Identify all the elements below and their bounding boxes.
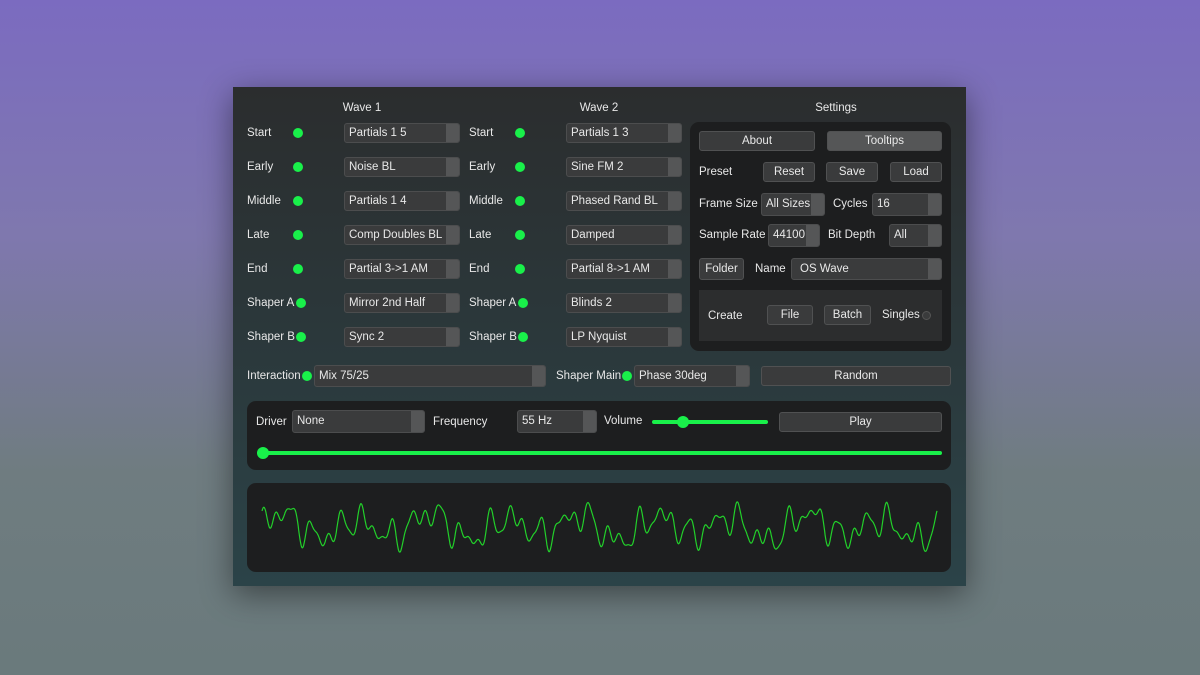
wave1-middle-enable-dot[interactable] [293,196,303,206]
batch-button[interactable]: Batch [824,305,871,325]
frequency-dropdown[interactable]: 55 Hz [517,410,597,433]
interaction-enable-dot[interactable] [302,371,312,381]
wave1-late-dropdown[interactable]: Comp Doubles BL [344,225,460,245]
load-button[interactable]: Load [890,162,942,182]
wave2-shaper-a-enable-dot[interactable] [518,298,528,308]
wave1-shaper-a-dropdown[interactable]: Mirror 2nd Half [344,293,460,313]
wave1-header: Wave 1 [342,102,382,114]
name-label: Name [755,263,786,275]
file-button[interactable]: File [767,305,813,325]
bit-depth-dropdown[interactable]: All [889,224,942,247]
frequency-label: Frequency [433,416,488,428]
wave2-end-label: End [469,263,490,275]
wave2-early-label: Early [469,161,496,173]
wave1-end-enable-dot[interactable] [293,264,303,274]
wave1-shaper-b-dropdown[interactable]: Sync 2 [344,327,460,347]
wave1-end-dropdown[interactable]: Partial 3->1 AM [344,259,460,279]
wave2-shaper-b-enable-dot[interactable] [518,332,528,342]
wave1-shaper-b-label: Shaper B [247,331,295,343]
wave2-late-dropdown[interactable]: Damped [566,225,682,245]
wave2-early-enable-dot[interactable] [515,162,525,172]
waveform-display [247,483,951,572]
wave2-start-enable-dot[interactable] [515,128,525,138]
wave1-late-label: Late [247,229,270,241]
position-slider-thumb[interactable] [257,447,269,459]
shaper-main-enable-dot[interactable] [622,371,632,381]
wave2-start-label: Start [469,127,494,139]
wave1-early-enable-dot[interactable] [293,162,303,172]
interaction-dropdown[interactable]: Mix 75/25 [314,365,546,387]
wave1-early-dropdown[interactable]: Noise BL [344,157,460,177]
wave2-late-enable-dot[interactable] [515,230,525,240]
reset-button[interactable]: Reset [763,162,815,182]
wave1-end-label: End [247,263,268,275]
random-button[interactable]: Random [761,366,951,386]
wave2-shaper-a-dropdown[interactable]: Blinds 2 [566,293,682,313]
wave2-end-enable-dot[interactable] [515,264,525,274]
app-window: Wave 1 Wave 2 Settings Start Partials 1 … [233,87,966,586]
wave2-middle-enable-dot[interactable] [515,196,525,206]
wave1-middle-label: Middle [247,195,281,207]
wave2-shaper-b-dropdown[interactable]: LP Nyquist [566,327,682,347]
wave1-start-enable-dot[interactable] [293,128,303,138]
wave1-middle-dropdown[interactable]: Partials 1 4 [344,191,460,211]
wave1-early-label: Early [247,161,274,173]
singles-label: Singles [882,309,920,321]
singles-toggle[interactable] [922,311,931,320]
cycles-label: Cycles [833,198,868,210]
interaction-label: Interaction [247,370,301,382]
wave2-header: Wave 2 [579,102,619,114]
wave1-late-enable-dot[interactable] [293,230,303,240]
wave1-shaper-b-enable-dot[interactable] [296,332,306,342]
wave2-shaper-b-label: Shaper B [469,331,517,343]
volume-slider-thumb[interactable] [677,416,690,428]
tooltips-button[interactable]: Tooltips [827,131,942,151]
name-input[interactable]: OS Wave [791,258,942,280]
about-button[interactable]: About [699,131,815,151]
shaper-main-dropdown[interactable]: Phase 30deg [634,365,750,387]
wave2-shaper-a-label: Shaper A [469,297,517,309]
shaper-main-label: Shaper Main [556,370,622,382]
wave2-start-dropdown[interactable]: Partials 1 3 [566,123,682,143]
preset-label: Preset [699,166,733,178]
save-button[interactable]: Save [826,162,878,182]
cycles-dropdown[interactable]: 16 [872,193,942,216]
driver-dropdown[interactable]: None [292,410,425,433]
create-label: Create [708,310,743,322]
frame-size-label: Frame Size [699,198,758,210]
play-button[interactable]: Play [779,412,942,432]
wave2-middle-label: Middle [469,195,503,207]
wave2-end-dropdown[interactable]: Partial 8->1 AM [566,259,682,279]
player-panel: Driver None Frequency 55 Hz Volume Play [247,401,951,470]
driver-label: Driver [256,416,287,428]
settings-panel: About Tooltips Preset Reset Save Load Fr… [690,122,951,351]
position-slider[interactable] [257,451,942,455]
volume-slider[interactable] [652,420,768,424]
wave1-shaper-a-enable-dot[interactable] [296,298,306,308]
wave2-late-label: Late [469,229,492,241]
wave1-start-label: Start [247,127,272,139]
wave1-shaper-a-label: Shaper A [247,297,295,309]
waveform-line [261,501,938,553]
wave2-middle-dropdown[interactable]: Phased Rand BL [566,191,682,211]
sample-rate-dropdown[interactable]: 44100 [768,224,820,247]
wave2-early-dropdown[interactable]: Sine FM 2 [566,157,682,177]
folder-button[interactable]: Folder [699,258,744,280]
bit-depth-label: Bit Depth [828,229,876,241]
volume-label: Volume [604,415,643,427]
settings-header: Settings [815,102,857,114]
create-section: Create File Batch Singles [699,290,942,341]
sample-rate-label: Sample Rate [699,229,766,241]
frame-size-dropdown[interactable]: All Sizes [761,193,825,216]
wave1-start-dropdown[interactable]: Partials 1 5 [344,123,460,143]
